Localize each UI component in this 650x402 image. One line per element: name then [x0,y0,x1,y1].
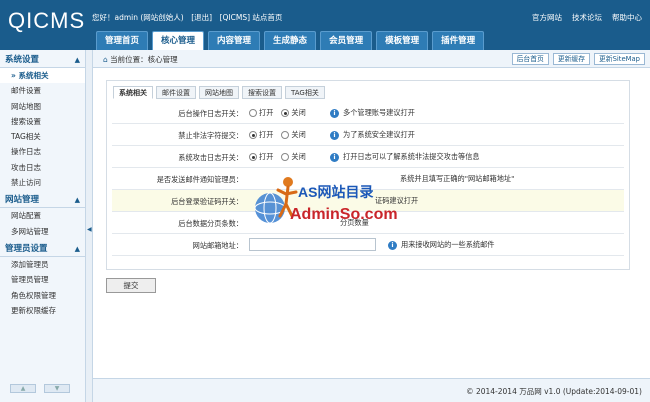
sidebar-group-system[interactable]: 系统设置 ▲ [0,53,85,68]
welcome-text[interactable]: 您好！admin (网站创始人) [退出] [QICMS] 站点首页 [92,12,282,23]
sidebar: 系统设置 ▲ » 系统相关 邮件设置 网站地图 搜索设置 TAG相关 操作日志 攻… [0,50,86,402]
settings-tabs: 系统相关 邮件设置 网站地图 搜索设置 TAG相关 [113,86,325,99]
collapse-icon: ▲ [74,56,80,64]
tab-system[interactable]: 系统相关 [113,86,153,99]
footer-text: © 2014-2014 万品网 v1.0 (Update:2014-09-01) [466,387,642,396]
sidebar-item-multisite[interactable]: 多网站管理 [0,224,85,239]
help-link[interactable]: 帮助中心 [612,12,642,23]
nav-plugins[interactable]: 插件管理 [432,31,485,50]
row-label: 后台数据分页条数： [178,219,243,228]
official-site-link[interactable]: 官方网站 [532,12,562,23]
nav-core[interactable]: 核心管理 [152,31,205,50]
admin-home-button[interactable]: 后台首页 [511,53,549,65]
breadcrumb-buttons: 后台首页 更新缓存 更新SiteMap [511,53,645,65]
footer: © 2014-2014 万品网 v1.0 (Update:2014-09-01) [93,378,650,402]
sidebar-item-sitemap[interactable]: 网站地图 [0,99,85,114]
sidebar-group-admin[interactable]: 管理员设置 ▲ [0,242,85,257]
sidebar-item-tag[interactable]: TAG相关 [0,129,85,144]
row-label: 后台操作日志开关： [178,109,243,118]
nav-static[interactable]: 生成静态 [264,31,317,50]
row-tip: 为了系统安全建议打开 [343,130,415,139]
row-label: 禁止非法字符提交： [178,131,243,140]
update-cache-button[interactable]: 更新缓存 [552,53,590,65]
tab-search[interactable]: 搜索设置 [242,86,282,99]
sidebar-item-attacklog[interactable]: 攻击日志 [0,160,85,175]
row-oplog: 后台操作日志开关： 打开 关闭 i 多个管理账号建议打开 [112,102,624,124]
row-label: 后台登录验证码开关： [171,197,243,206]
top-header: QICMS 您好！admin (网站创始人) [退出] [QICMS] 站点首页… [0,0,650,50]
main-nav: 管理首页 核心管理 内容管理 生成静态 会员管理 模板管理 插件管理 [96,31,485,50]
radio-off[interactable]: 关闭 [281,130,306,140]
breadcrumb-bar: ⌂ 当前位置：核心管理 后台首页 更新缓存 更新SiteMap [93,50,650,68]
sidebar-item-addadmin[interactable]: 添加管理员 [0,257,85,272]
sidebar-item-search[interactable]: 搜索设置 [0,114,85,129]
nav-content[interactable]: 内容管理 [208,31,261,50]
update-sitemap-button[interactable]: 更新SiteMap [594,53,645,65]
row-label: 网站邮箱地址： [192,241,243,250]
home-icon: ⌂ [103,55,108,64]
tab-tag[interactable]: TAG相关 [285,86,325,99]
radio-on[interactable]: 打开 [249,108,273,118]
collapse-left-icon: ◀ [87,226,92,233]
info-icon: i [388,240,397,250]
row-label: 是否发送邮件通知管理员： [156,175,243,184]
row-site-email: 网站邮箱地址： i 用来接收网站的一些系统邮件 [112,234,624,256]
nav-templates[interactable]: 模板管理 [376,31,429,50]
nav-home[interactable]: 管理首页 [96,31,149,50]
sidebar-item-siteconfig[interactable]: 网站配置 [0,208,85,223]
info-icon: i [330,130,339,140]
sidebar-toggle[interactable]: ◀ [86,50,93,402]
submit-button[interactable]: 提交 [106,278,156,293]
breadcrumb: ⌂ 当前位置：核心管理 [103,55,178,64]
forum-link[interactable]: 技术论坛 [572,12,602,23]
nav-members[interactable]: 会员管理 [320,31,373,50]
tab-mail[interactable]: 邮件设置 [156,86,196,99]
collapse-icon: ▲ [74,196,80,205]
logo: QICMS [8,8,86,33]
tab-sitemap[interactable]: 网站地图 [199,86,239,99]
row-tip: 多个管理账号建议打开 [343,108,415,117]
sidebar-item-oplog[interactable]: 操作日志 [0,144,85,159]
radio-off[interactable]: 关闭 [281,152,306,162]
watermark: AS网站目录 AdminSo.com [250,172,410,234]
watermark-line2: AdminSo.com [290,206,398,223]
row-illegal-chars: 禁止非法字符提交： 打开 关闭 i 为了系统安全建议打开 [112,124,624,146]
info-icon: i [330,152,339,162]
sidebar-item-mail[interactable]: 邮件设置 [0,83,85,98]
row-label: 系统攻击日志开关： [178,153,243,162]
sidebar-item-system[interactable]: » 系统相关 [0,68,85,84]
sidebar-group-site[interactable]: 网站管理 ▲ [0,193,85,209]
row-tip: 打开日志可以了解系统非法提交攻击等信息 [343,152,480,161]
sidebar-item-manageadmin[interactable]: 管理员管理 [0,272,85,287]
top-links: 官方网站 技术论坛 帮助中心 [532,12,642,23]
row-tip: 系统并且填写正确的"网站邮箱地址" [400,174,515,183]
radio-on[interactable]: 打开 [249,130,273,140]
watermark-line1: AS网站目录 [298,184,374,200]
sidebar-scroll: ▲ ▼ [10,384,70,393]
radio-on[interactable]: 打开 [249,152,273,162]
sidebar-item-ban[interactable]: 禁止访问 [0,175,85,190]
sidebar-item-permcache[interactable]: 更新权限缓存 [0,303,85,318]
row-tip: 用来接收网站的一些系统邮件 [401,240,495,249]
sidebar-item-roles[interactable]: 角色权限管理 [0,288,85,303]
site-email-input[interactable] [249,238,376,251]
info-icon: i [330,108,339,118]
scroll-down-icon[interactable]: ▼ [44,384,70,393]
radio-off[interactable]: 关闭 [281,108,306,118]
scroll-up-icon[interactable]: ▲ [10,384,36,393]
row-attacklog: 系统攻击日志开关： 打开 关闭 i 打开日志可以了解系统非法提交攻击等信息 [112,146,624,168]
collapse-icon: ▲ [74,244,80,253]
